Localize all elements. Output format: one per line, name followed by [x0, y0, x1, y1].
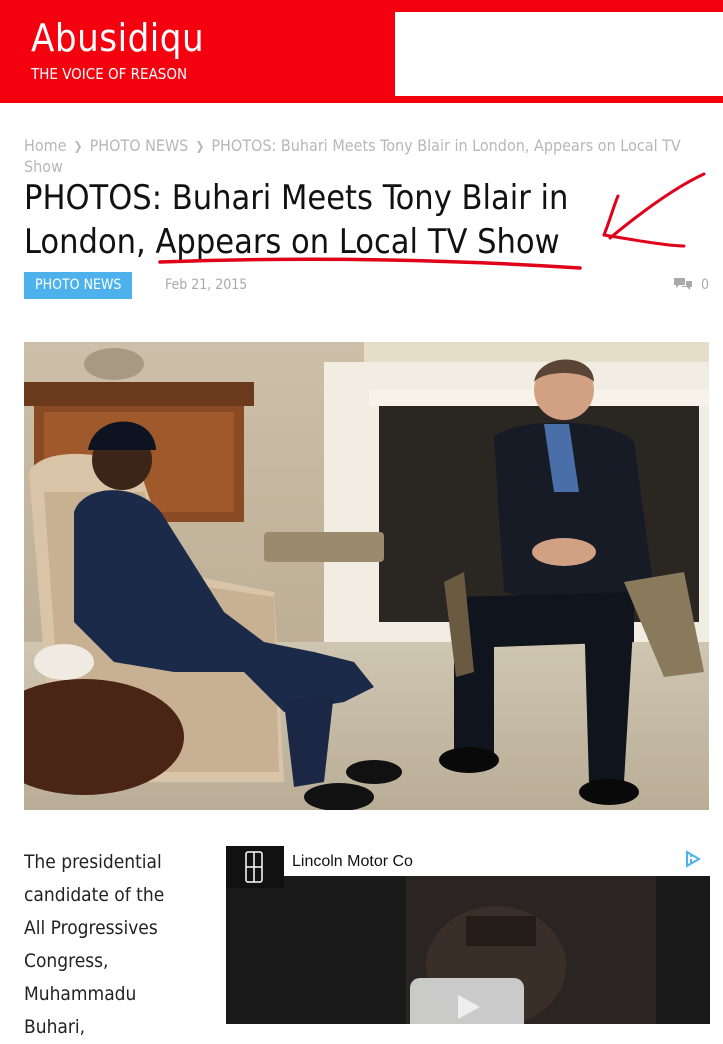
breadcrumb-home[interactable]: Home — [24, 136, 67, 155]
site-tagline: THE VOICE OF REASON — [31, 65, 188, 83]
body-line: Congress, — [24, 950, 109, 972]
body-line: The presidential — [24, 851, 162, 873]
play-icon — [458, 995, 480, 1019]
body-line: candidate of the — [24, 884, 165, 906]
body-line: All Progressives — [24, 917, 158, 939]
chevron-right-icon: ❯ — [73, 139, 83, 153]
play-button[interactable] — [410, 978, 524, 1024]
category-badge[interactable]: PHOTO NEWS — [24, 272, 133, 299]
header-ad-slot[interactable] — [395, 12, 723, 96]
lincoln-logo-icon[interactable] — [226, 846, 284, 888]
post-date: Feb 21, 2015 — [165, 277, 248, 293]
chevron-right-icon: ❯ — [195, 139, 205, 153]
ad-brand-name[interactable]: Lincoln Motor Co — [292, 852, 413, 872]
adchoices-icon[interactable] — [684, 850, 702, 872]
photo-illustration — [24, 342, 709, 810]
site-header: Abusidiqu THE VOICE OF REASON — [0, 0, 723, 103]
article-body: The presidential candidate of the All Pr… — [24, 846, 204, 1044]
comment-count[interactable]: 0 — [673, 276, 709, 294]
breadcrumb: Home ❯ PHOTO NEWS ❯ PHOTOS: Buhari Meets Ton… — [24, 136, 704, 177]
article-title: PHOTOS: Buhari Meets Tony Blair in Londo… — [24, 178, 569, 262]
video-ad[interactable]: Lincoln Motor Co — [226, 846, 710, 1024]
speech-bubbles-icon — [673, 278, 692, 290]
site-name[interactable]: Abusidiqu — [31, 16, 204, 60]
body-line: Muhammadu — [24, 983, 137, 1005]
breadcrumb-category[interactable]: PHOTO NEWS — [90, 136, 189, 155]
featured-photo[interactable] — [24, 342, 709, 810]
comment-count-value: 0 — [700, 277, 709, 293]
body-line: Buhari, — [24, 1016, 86, 1038]
